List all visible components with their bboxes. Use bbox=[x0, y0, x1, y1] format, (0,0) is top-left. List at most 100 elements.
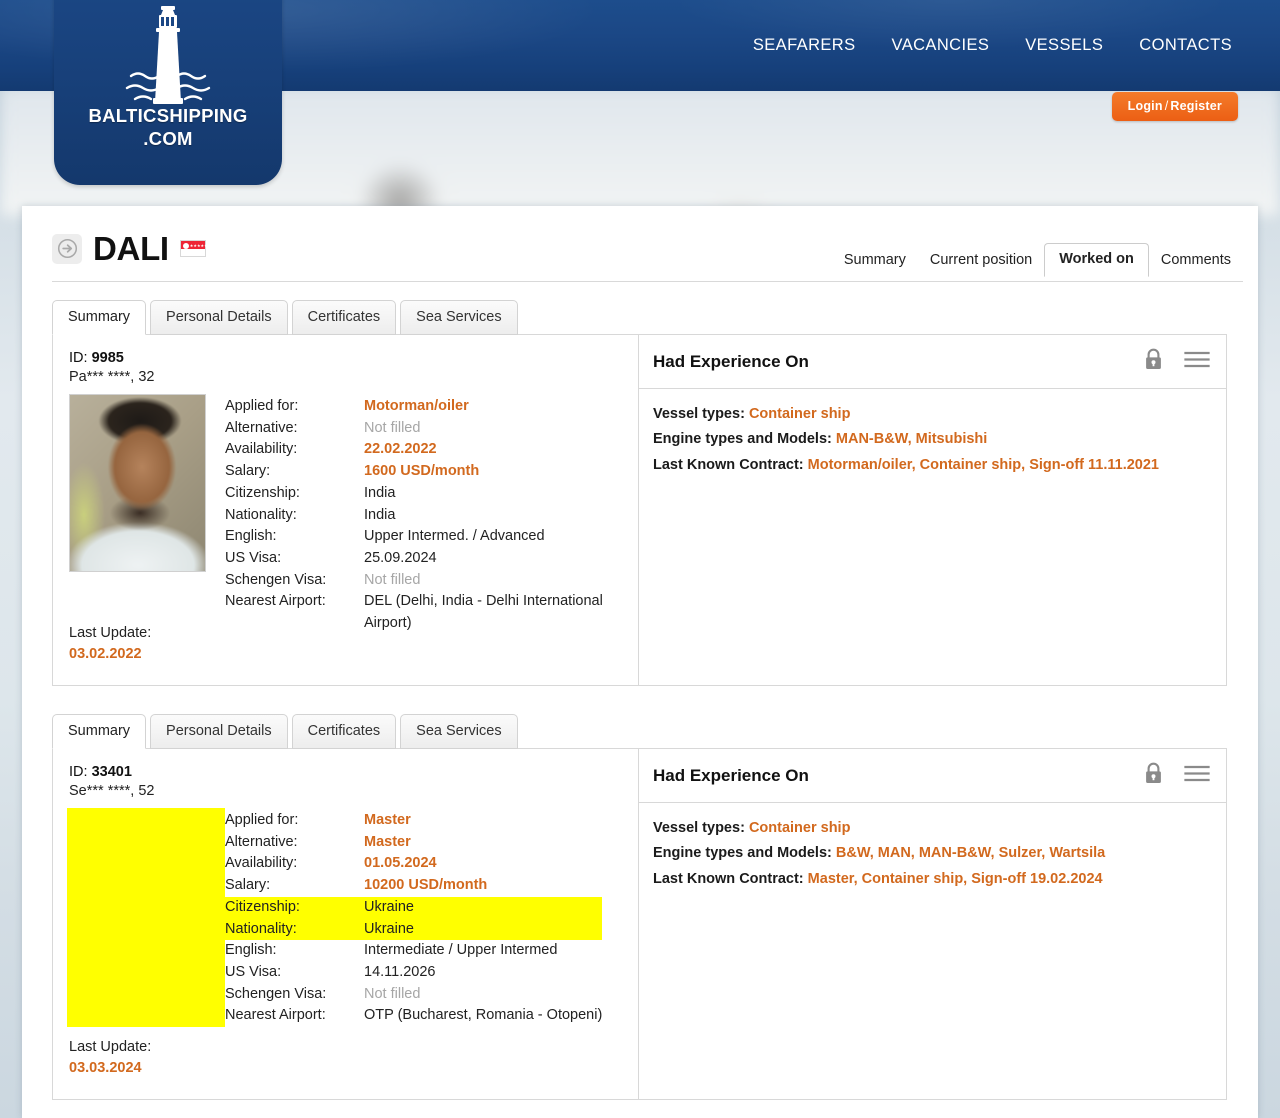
value-applied-for: Motorman/oiler bbox=[364, 396, 469, 418]
label-last-contract: Last Known Contract: bbox=[653, 871, 804, 887]
value-last-update: 03.03.2024 bbox=[69, 1058, 151, 1079]
field-nationality: Nationality: Ukraine bbox=[225, 919, 602, 941]
card-tab-sea-services[interactable]: Sea Services bbox=[400, 300, 517, 335]
value-engine-types: MAN-B&W, Mitsubishi bbox=[836, 431, 987, 447]
card-tab-certificates[interactable]: Certificates bbox=[292, 300, 397, 335]
label-schengen-visa: Schengen Visa: bbox=[225, 570, 364, 592]
field-english: English: Intermediate / Upper Intermed bbox=[225, 940, 602, 962]
label-nationality: Nationality: bbox=[225, 919, 364, 941]
register-label: Register bbox=[1170, 99, 1222, 113]
last-update: Last Update: 03.02.2022 bbox=[69, 623, 151, 665]
label-nearest-airport: Nearest Airport: bbox=[225, 1005, 364, 1027]
lock-icon[interactable] bbox=[1144, 762, 1163, 789]
value-last-update: 03.02.2022 bbox=[69, 644, 151, 665]
card-tab-personal-details[interactable]: Personal Details bbox=[150, 300, 288, 335]
site-logo[interactable]: BALTICSHIPPING .COM bbox=[54, 0, 282, 185]
value-schengen-visa: Not filled bbox=[364, 570, 420, 592]
label-english: English: bbox=[225, 526, 364, 548]
label-salary: Salary: bbox=[225, 875, 364, 897]
label-schengen-visa: Schengen Visa: bbox=[225, 984, 364, 1006]
label-engine-types: Engine types and Models: bbox=[653, 431, 832, 447]
logo-name: BALTICSHIPPING bbox=[88, 105, 247, 126]
logo-wordmark: BALTICSHIPPING .COM bbox=[54, 104, 282, 150]
label-alternative: Alternative: bbox=[225, 832, 364, 854]
experience-title: Had Experience On bbox=[653, 766, 809, 786]
arrow-right-circle-icon[interactable] bbox=[52, 234, 82, 264]
seafarer-summary: ID: 9985 Pa*** ****, 32 Applied for: Mot… bbox=[53, 335, 638, 685]
logo-domain: .COM bbox=[54, 127, 282, 150]
label-availability: Availability: bbox=[225, 439, 364, 461]
lighthouse-icon bbox=[54, 0, 282, 110]
value-english: Upper Intermed. / Advanced bbox=[364, 526, 545, 548]
page-title: DALI bbox=[93, 232, 169, 265]
experience-title: Had Experience On bbox=[653, 352, 809, 372]
field-schengen-visa: Schengen Visa: Not filled bbox=[225, 570, 622, 592]
value-us-visa: 14.11.2026 bbox=[364, 962, 436, 984]
value-last-contract: Motorman/oiler, Container ship, Sign-off… bbox=[808, 457, 1159, 473]
card-tab-summary[interactable]: Summary bbox=[52, 714, 146, 749]
label-vessel-types: Vessel types: bbox=[653, 406, 745, 422]
field-us-visa: US Visa: 25.09.2024 bbox=[225, 548, 622, 570]
value-engine-types: B&W, MAN, MAN-B&W, Sulzer, Wartsila bbox=[836, 845, 1105, 861]
tab-current-position[interactable]: Current position bbox=[918, 245, 1044, 277]
field-availability: Availability: 22.02.2022 bbox=[225, 439, 622, 461]
login-register-button[interactable]: Login/Register bbox=[1112, 92, 1238, 121]
value-nationality: India bbox=[364, 505, 395, 527]
label-engine-types: Engine types and Models: bbox=[653, 845, 832, 861]
hamburger-menu-icon[interactable] bbox=[1184, 350, 1210, 374]
value-vessel-types: Container ship bbox=[749, 406, 851, 422]
id-label: ID: bbox=[69, 764, 88, 780]
field-alternative: Alternative: Master bbox=[225, 832, 602, 854]
field-schengen-visa: Schengen Visa: Not filled bbox=[225, 984, 602, 1006]
experience-vessel-types: Vessel types: Container ship bbox=[653, 816, 1212, 841]
field-citizenship: Citizenship: India bbox=[225, 483, 622, 505]
nav-item-vessels[interactable]: VESSELS bbox=[1007, 36, 1121, 55]
nav-item-contacts[interactable]: CONTACTS bbox=[1121, 36, 1250, 55]
seafarer-id: ID: 33401 bbox=[69, 764, 622, 780]
last-update: Last Update: 03.03.2024 bbox=[69, 1037, 151, 1079]
value-schengen-visa: Not filled bbox=[364, 984, 420, 1006]
experience-last-contract: Last Known Contract: Motorman/oiler, Con… bbox=[653, 453, 1212, 478]
nav-item-seafarers[interactable]: SEAFARERS bbox=[735, 36, 874, 55]
label-english: English: bbox=[225, 940, 364, 962]
tab-comments[interactable]: Comments bbox=[1149, 245, 1243, 277]
seafarer-name-age: Pa*** ****, 32 bbox=[69, 369, 622, 385]
value-last-contract: Master, Container ship, Sign-off 19.02.2… bbox=[808, 871, 1103, 887]
card-tab-sea-services[interactable]: Sea Services bbox=[400, 714, 517, 749]
label-last-update: Last Update: bbox=[69, 623, 151, 644]
field-applied-for: Applied for: Motorman/oiler bbox=[225, 396, 622, 418]
card-tabs: Summary Personal Details Certificates Se… bbox=[52, 713, 1227, 748]
experience-vessel-types: Vessel types: Container ship bbox=[653, 402, 1212, 427]
field-alternative: Alternative: Not filled bbox=[225, 418, 622, 440]
tab-summary[interactable]: Summary bbox=[832, 245, 918, 277]
value-us-visa: 25.09.2024 bbox=[364, 548, 437, 570]
card-tab-summary[interactable]: Summary bbox=[52, 300, 146, 335]
label-vessel-types: Vessel types: bbox=[653, 820, 745, 836]
nav-item-vacancies[interactable]: VACANCIES bbox=[874, 36, 1008, 55]
label-us-visa: US Visa: bbox=[225, 548, 364, 570]
field-nearest-airport: Nearest Airport: OTP (Bucharest, Romania… bbox=[225, 1005, 602, 1027]
lock-icon[interactable] bbox=[1144, 348, 1163, 375]
label-nationality: Nationality: bbox=[225, 505, 364, 527]
seafarer-summary: ID: 33401 Se*** ****, 52 Applied for: Ma… bbox=[53, 749, 638, 1099]
field-applied-for: Applied for: Master bbox=[225, 810, 602, 832]
main-nav: SEAFARERS VACANCIES VESSELS CONTACTS bbox=[735, 0, 1250, 91]
seafarer-photo[interactable] bbox=[69, 394, 206, 572]
label-nearest-airport: Nearest Airport: bbox=[225, 591, 364, 634]
label-citizenship: Citizenship: bbox=[225, 483, 364, 505]
label-last-update: Last Update: bbox=[69, 1037, 151, 1058]
value-applied-for: Master bbox=[364, 810, 411, 832]
login-label: Login bbox=[1128, 99, 1163, 113]
tab-worked-on[interactable]: Worked on bbox=[1044, 243, 1149, 277]
label-citizenship: Citizenship: bbox=[225, 897, 364, 919]
page-tabs: Summary Current position Worked on Comme… bbox=[832, 243, 1243, 277]
experience-panel: Had Experience On bbox=[638, 335, 1226, 685]
card-tab-personal-details[interactable]: Personal Details bbox=[150, 714, 288, 749]
value-english: Intermediate / Upper Intermed bbox=[364, 940, 557, 962]
value-citizenship: India bbox=[364, 483, 395, 505]
id-value: 33401 bbox=[92, 764, 132, 780]
value-salary: 1600 USD/month bbox=[364, 461, 479, 483]
card-tab-certificates[interactable]: Certificates bbox=[292, 714, 397, 749]
hamburger-menu-icon[interactable] bbox=[1184, 764, 1210, 788]
seafarer-card: Summary Personal Details Certificates Se… bbox=[52, 713, 1227, 1100]
